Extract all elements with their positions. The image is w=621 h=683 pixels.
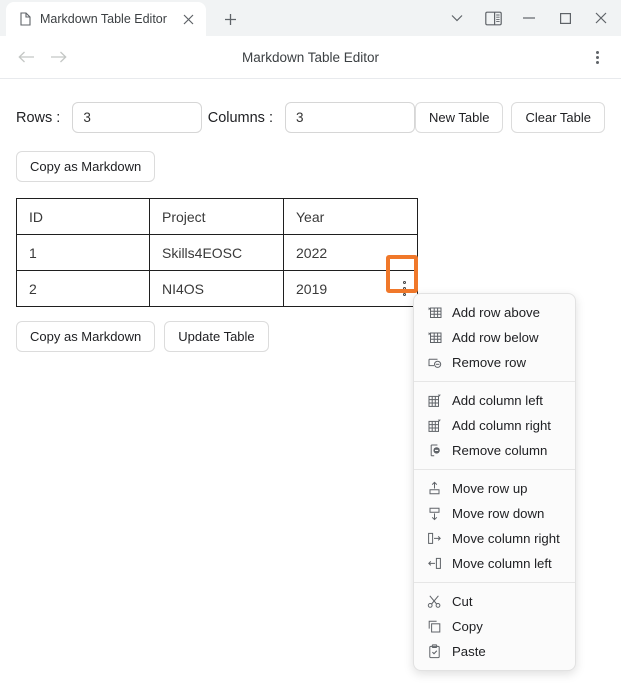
back-button[interactable] xyxy=(10,41,42,73)
close-icon[interactable] xyxy=(178,9,198,29)
remove-column-icon xyxy=(426,443,442,459)
browser-tab-strip: Markdown Table Editor xyxy=(0,0,621,36)
table-cell[interactable]: NI4OS xyxy=(150,271,284,307)
menu-item-label: Move row down xyxy=(452,506,544,521)
split-panel-icon xyxy=(485,11,502,26)
menu-item-label: Remove column xyxy=(452,443,547,458)
more-vertical-icon xyxy=(403,281,406,296)
menu-item-move-row-up[interactable]: Move row up xyxy=(414,476,575,501)
menu-item-label: Add column right xyxy=(452,418,551,433)
scissors-icon xyxy=(426,594,442,610)
copy-icon xyxy=(426,619,442,635)
table-cell[interactable]: ID xyxy=(17,199,150,235)
table-cell-text: 2019 xyxy=(296,281,327,297)
table-row: 1 Skills4EOSC 2022 xyxy=(17,235,418,271)
menu-item-label: Copy xyxy=(452,619,483,634)
chevron-down-icon xyxy=(451,14,463,22)
move-column-left-icon xyxy=(426,556,442,572)
menu-item-paste[interactable]: Paste xyxy=(414,639,575,664)
markdown-table-container: ID Project Year 1 Skills4EOSC 2022 2 NI4… xyxy=(0,182,621,307)
plus-icon xyxy=(224,13,237,26)
window-close-button[interactable] xyxy=(583,1,619,35)
menu-item-add-row-above[interactable]: Add row above xyxy=(414,300,575,325)
table-cell[interactable]: 2019 xyxy=(284,271,418,307)
menu-item-copy[interactable]: Copy xyxy=(414,614,575,639)
add-column-right-icon xyxy=(426,418,442,434)
update-table-button[interactable]: Update Table xyxy=(164,321,268,352)
menu-item-move-column-left[interactable]: Move column left xyxy=(414,551,575,576)
table-cell[interactable]: Project xyxy=(150,199,284,235)
move-row-down-icon xyxy=(426,506,442,522)
columns-label: Columns : xyxy=(208,110,273,126)
columns-input[interactable] xyxy=(285,102,415,133)
menu-item-cut[interactable]: Cut xyxy=(414,589,575,614)
menu-item-label: Move column left xyxy=(452,556,552,571)
menu-item-add-column-left[interactable]: Add column left xyxy=(414,388,575,413)
table-row: ID Project Year xyxy=(17,199,418,235)
menu-item-label: Add row below xyxy=(452,330,539,345)
browser-tab-title: Markdown Table Editor xyxy=(40,12,170,26)
minimize-button[interactable] xyxy=(511,1,547,35)
forward-button[interactable] xyxy=(42,41,74,73)
maximize-button[interactable] xyxy=(547,1,583,35)
arrow-left-icon xyxy=(18,50,35,64)
page-icon xyxy=(18,12,32,26)
menu-item-label: Cut xyxy=(452,594,473,609)
table-cell[interactable]: 2022 xyxy=(284,235,418,271)
menu-item-label: Add column left xyxy=(452,393,543,408)
more-vertical-icon xyxy=(596,51,599,64)
split-view-button[interactable] xyxy=(475,1,511,35)
table-cell[interactable]: Skills4EOSC xyxy=(150,235,284,271)
add-row-below-icon xyxy=(426,330,442,346)
table-actions: New Table Clear Table xyxy=(415,102,605,133)
menu-item-move-column-right[interactable]: Move column right xyxy=(414,526,575,551)
table-cell[interactable]: 2 xyxy=(17,271,150,307)
move-column-right-icon xyxy=(426,531,442,547)
clipboard-icon xyxy=(426,644,442,660)
markdown-table: ID Project Year 1 Skills4EOSC 2022 2 NI4… xyxy=(16,198,418,307)
clear-table-button[interactable]: Clear Table xyxy=(511,102,605,133)
window-controls xyxy=(439,0,621,36)
remove-row-icon xyxy=(426,355,442,371)
browser-toolbar: Markdown Table Editor xyxy=(0,36,621,79)
menu-item-label: Remove row xyxy=(452,355,526,370)
minimize-icon xyxy=(523,17,535,19)
menu-item-label: Add row above xyxy=(452,305,540,320)
table-cell[interactable]: 1 xyxy=(17,235,150,271)
new-table-button[interactable]: New Table xyxy=(415,102,503,133)
browser-overflow-menu-button[interactable] xyxy=(583,42,611,72)
menu-item-add-column-right[interactable]: Add column right xyxy=(414,413,575,438)
table-cell[interactable]: Year xyxy=(284,199,418,235)
add-row-above-icon xyxy=(426,305,442,321)
menu-item-move-row-down[interactable]: Move row down xyxy=(414,501,575,526)
menu-item-remove-column[interactable]: Remove column xyxy=(414,438,575,463)
table-size-controls: Rows : Columns : New Table Clear Table xyxy=(0,79,621,133)
menu-item-remove-row[interactable]: Remove row xyxy=(414,350,575,375)
menu-item-add-row-below[interactable]: Add row below xyxy=(414,325,575,350)
menu-separator xyxy=(414,582,575,583)
menu-item-label: Paste xyxy=(452,644,486,659)
rows-input[interactable] xyxy=(72,102,202,133)
copy-as-markdown-bottom-button[interactable]: Copy as Markdown xyxy=(16,321,155,352)
maximize-icon xyxy=(560,13,571,24)
browser-tab[interactable]: Markdown Table Editor xyxy=(6,2,206,36)
arrow-right-icon xyxy=(50,50,67,64)
menu-item-label: Move column right xyxy=(452,531,560,546)
table-context-menu[interactable]: Add row above Add row below Remove row xyxy=(413,293,576,671)
menu-separator xyxy=(414,381,575,382)
menu-item-label: Move row up xyxy=(452,481,528,496)
rows-label: Rows : xyxy=(16,110,60,126)
add-column-left-icon xyxy=(426,393,442,409)
tab-search-button[interactable] xyxy=(439,1,475,35)
table-row: 2 NI4OS 2019 xyxy=(17,271,418,307)
copy-as-markdown-top-button[interactable]: Copy as Markdown xyxy=(16,151,155,182)
page-title: Markdown Table Editor xyxy=(0,50,621,65)
move-row-up-icon xyxy=(426,481,442,497)
copy-markdown-top-row: Copy as Markdown xyxy=(0,133,621,182)
close-icon xyxy=(595,12,607,24)
cell-context-menu-button[interactable] xyxy=(393,276,415,302)
new-tab-button[interactable] xyxy=(216,5,244,33)
menu-separator xyxy=(414,469,575,470)
